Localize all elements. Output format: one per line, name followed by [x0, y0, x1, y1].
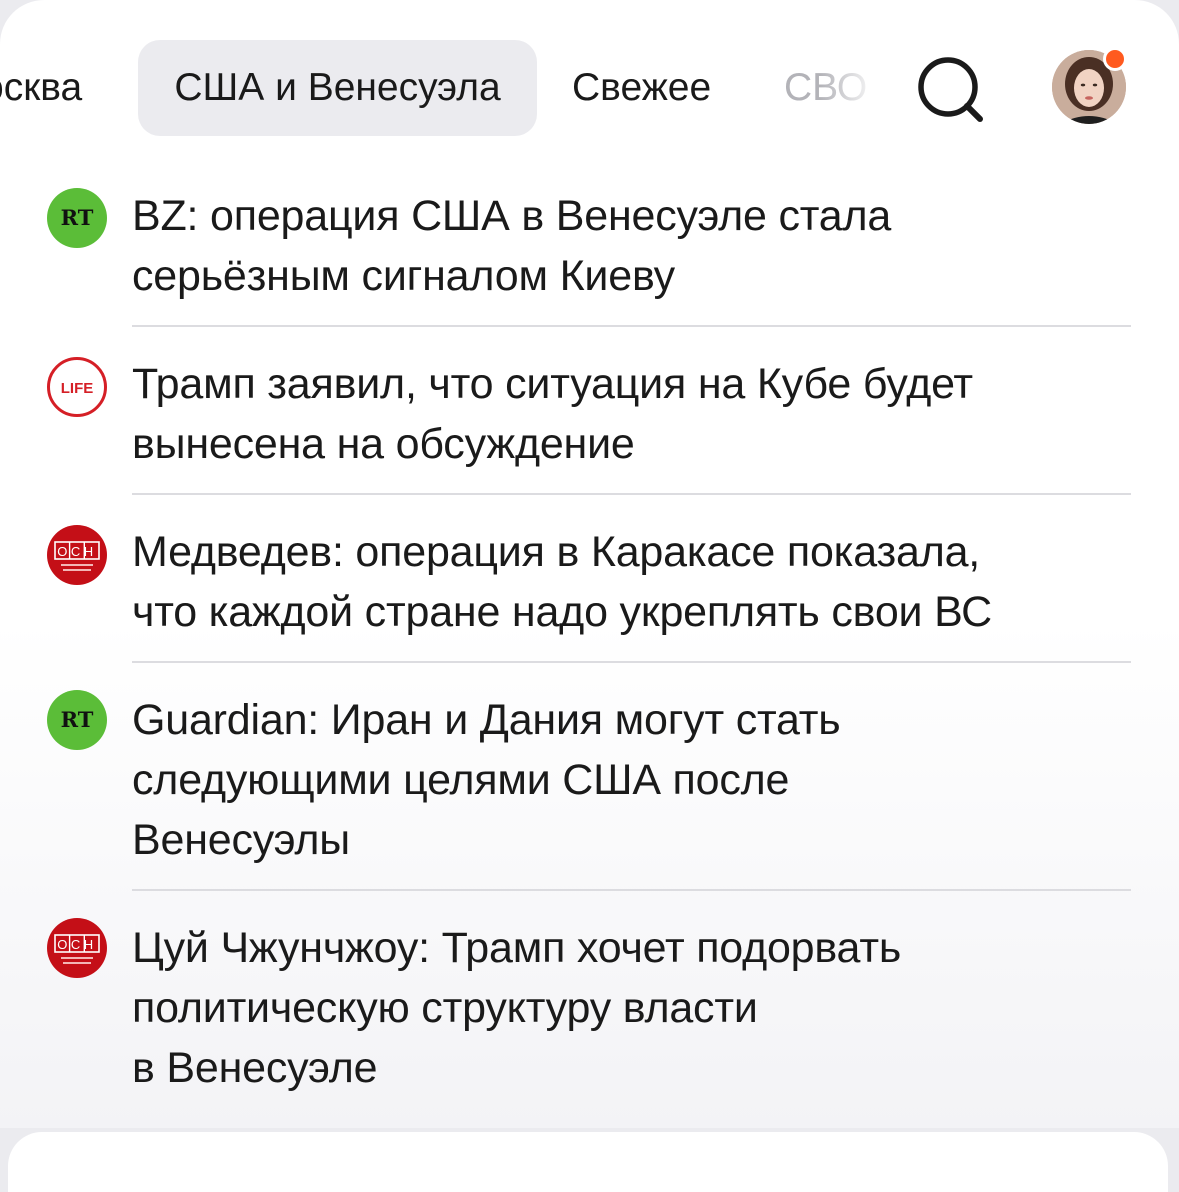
- life-logo-icon: LIFE: [61, 380, 94, 397]
- news-headline[interactable]: Медведев: операция в Каракасе показала, …: [132, 522, 1132, 642]
- headline-line: Медведев: операция в Каракасе показала,: [132, 528, 981, 576]
- svg-text:RT: RT: [61, 205, 94, 230]
- headline-line: что каждой стране надо укреплять свои ВС: [132, 588, 993, 636]
- headline-line: следующими целями США после: [132, 756, 790, 804]
- source-logo-life: LIFE: [47, 357, 107, 417]
- source-logo-rt: RT: [47, 690, 107, 750]
- news-headline[interactable]: Цуй Чжунчжоу: Трамп хочет подорвать поли…: [132, 918, 1132, 1098]
- divider: [132, 493, 1131, 495]
- headline-line: политическую структуру власти: [132, 984, 758, 1032]
- source-logo-osn: ОСН: [47, 525, 107, 585]
- source-logo-rt: RT: [47, 188, 107, 248]
- headline-line: в Венесуэле: [132, 1044, 378, 1092]
- osn-logo-icon: ОСН: [54, 541, 100, 571]
- rt-logo-icon: RT: [61, 205, 94, 230]
- divider: [132, 889, 1131, 891]
- divider: [132, 325, 1131, 327]
- news-list: RT BZ: операция США в Венесуэле стала се…: [0, 0, 1179, 1128]
- svg-text:LIFE: LIFE: [61, 380, 94, 397]
- news-headline[interactable]: BZ: операция США в Венесуэле стала серьё…: [132, 186, 1132, 306]
- svg-text:ОСН: ОСН: [57, 937, 96, 952]
- headline-line: BZ: операция США в Венесуэле стала: [132, 192, 892, 240]
- headline-line: серьёзным сигналом Киеву: [132, 252, 675, 300]
- news-card: осква США и Венесуэла Свежее СВО: [0, 0, 1179, 1128]
- osn-logo-icon: ОСН: [54, 934, 100, 964]
- headline-line: Цуй Чжунчжоу: Трамп хочет подорвать: [132, 924, 902, 972]
- headline-line: Венесуэлы: [132, 816, 350, 864]
- divider: [132, 661, 1131, 663]
- svg-text:RT: RT: [61, 707, 94, 732]
- news-headline[interactable]: Guardian: Иран и Дания могут стать следу…: [132, 690, 1132, 870]
- headline-line: Трамп заявил, что ситуация на Кубе будет: [132, 360, 973, 408]
- news-headline[interactable]: Трамп заявил, что ситуация на Кубе будет…: [132, 354, 1132, 474]
- rt-logo-icon: RT: [61, 707, 94, 732]
- source-logo-osn: ОСН: [47, 918, 107, 978]
- headline-line: Guardian: Иран и Дания могут стать: [132, 696, 841, 744]
- headline-line: вынесена на обсуждение: [132, 420, 635, 468]
- svg-text:ОСН: ОСН: [57, 544, 96, 559]
- next-card-edge: [8, 1132, 1168, 1192]
